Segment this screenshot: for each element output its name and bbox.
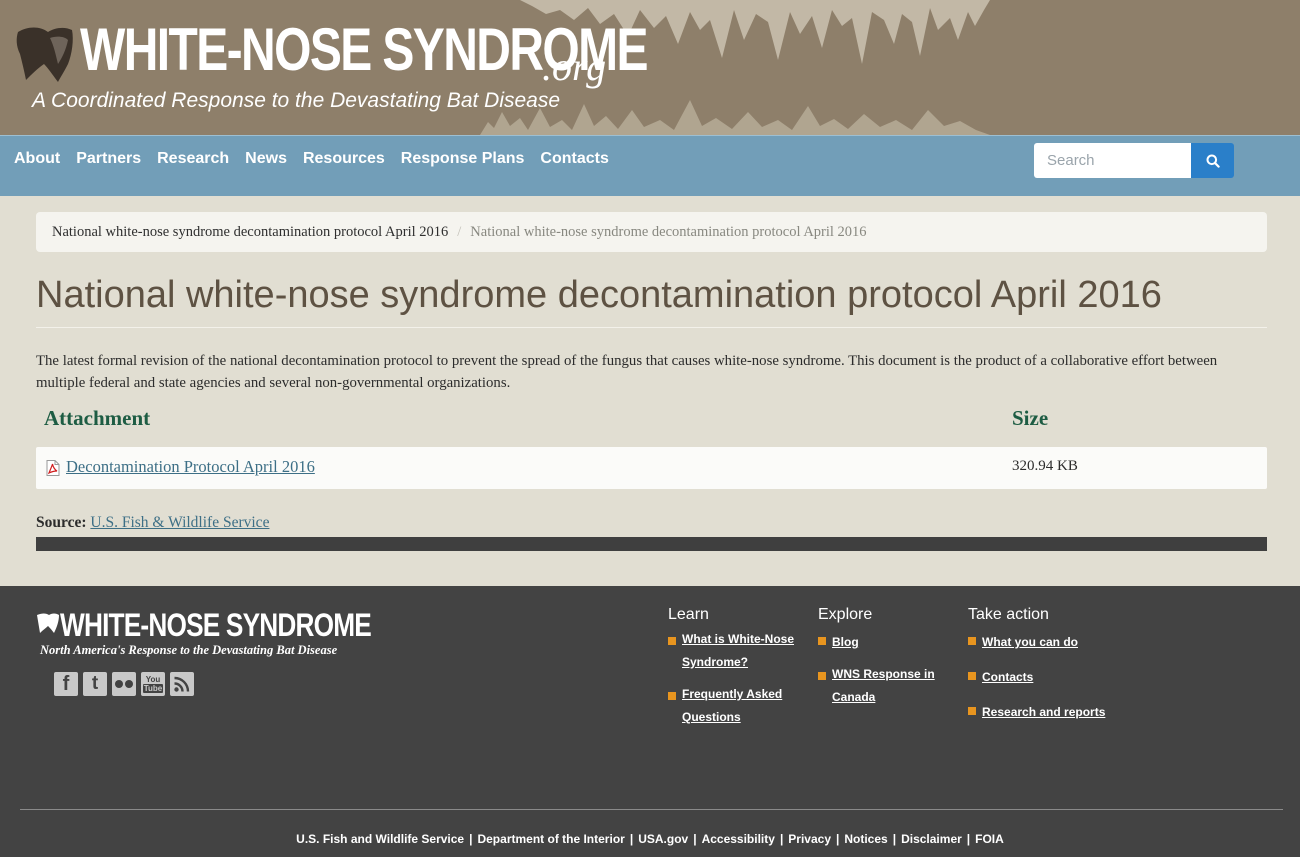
nav-links: About Partners Research News Resources Respon… <box>14 149 625 169</box>
flickr-dots-icon <box>115 680 133 688</box>
bullet-square-icon <box>668 637 676 645</box>
content-divider-band <box>36 537 1267 551</box>
rss-feed-icon <box>174 676 190 692</box>
footer-separator: | <box>892 832 897 846</box>
facebook-icon[interactable]: f <box>54 672 78 696</box>
footer-separator: | <box>629 832 634 846</box>
footer-item: What is White-Nose Syndrome? <box>668 632 808 674</box>
footer-item: Research and reports <box>968 703 1138 724</box>
bullet-square-icon <box>818 672 826 680</box>
bullet-square-icon <box>968 672 976 680</box>
logo-suffix: .org <box>542 44 607 89</box>
footer-link-faq[interactable]: Frequently Asked Questions <box>682 683 808 729</box>
footer-list-learn: What is White-Nose Syndrome? Frequently … <box>668 632 808 729</box>
nav-item-about[interactable]: About <box>14 149 60 169</box>
facebook-icon-label: f <box>62 672 70 695</box>
footer-logo-title: WHITE-NOSE SYNDROME <box>60 607 372 643</box>
nav-item-partners[interactable]: Partners <box>76 149 141 169</box>
nav-item-research[interactable]: Research <box>157 149 229 169</box>
footer-bottom-links: U.S. Fish and Wildlife Service | Departmen… <box>0 832 1300 846</box>
breadcrumb-parent-link[interactable]: National white-nose syndrome decontamina… <box>52 224 448 240</box>
youtube-icon-label-top: You <box>145 675 161 684</box>
site-footer: WHITE-NOSE SYNDROME North America's Resp… <box>0 586 1300 857</box>
twitter-icon[interactable]: t <box>83 672 107 696</box>
bullet-square-icon <box>968 637 976 645</box>
flickr-icon[interactable] <box>112 672 136 696</box>
footer-link-usa-gov[interactable]: USA.gov <box>638 832 688 846</box>
breadcrumb-separator: / <box>457 224 462 240</box>
footer-link-blog[interactable]: Blog <box>832 631 859 654</box>
search-icon <box>1206 154 1220 168</box>
size-column-header: Size <box>1012 406 1049 430</box>
nav-item-news[interactable]: News <box>245 149 287 169</box>
footer-separator: | <box>693 832 697 846</box>
footer-link-contacts[interactable]: Contacts <box>982 666 1033 689</box>
footer-heading-learn: Learn <box>668 606 709 623</box>
main-navbar: About Partners Research News Resources Respon… <box>0 135 1300 196</box>
footer-link-research-reports[interactable]: Research and reports <box>982 701 1105 724</box>
rss-icon[interactable] <box>170 672 194 696</box>
footer-item: WNS Response in Canada <box>818 667 958 709</box>
footer-column-learn: Learn What is White-Nose Syndrome? Frequ… <box>668 606 808 743</box>
title-divider <box>36 327 1267 328</box>
twitter-icon-label: t <box>91 673 99 694</box>
bullet-square-icon <box>968 707 976 715</box>
pdf-icon <box>46 460 60 476</box>
search-input[interactable] <box>1034 143 1191 178</box>
site-tagline: A Coordinated Response to the Devastatin… <box>32 89 561 112</box>
breadcrumb-current: National white-nose syndrome decontamina… <box>470 224 867 240</box>
page-title: National white-nose syndrome decontamina… <box>36 274 1162 316</box>
youtube-icon[interactable]: You Tube <box>141 672 165 696</box>
search-button[interactable] <box>1191 143 1234 178</box>
footer-column-explore: Explore Blog WNS Response in Canada <box>818 606 958 723</box>
bullet-square-icon <box>818 637 826 645</box>
footer-heading-take-action: Take action <box>968 606 1049 623</box>
footer-link-privacy[interactable]: Privacy <box>788 832 831 846</box>
footer-tagline: North America's Response to the Devastat… <box>40 643 338 657</box>
source-line: Source: U.S. Fish & Wildlife Service <box>36 514 269 532</box>
footer-link-foia[interactable]: FOIA <box>975 832 1004 846</box>
footer-separator: | <box>779 832 784 846</box>
page: WHITE-NOSE SYNDROME .org A Coordinated R… <box>0 0 1300 857</box>
nav-item-response-plans[interactable]: Response Plans <box>401 149 525 169</box>
footer-heading-explore: Explore <box>818 606 873 623</box>
table-row: Decontamination Protocol April 2016 320.… <box>36 447 1267 489</box>
footer-link-accessibility[interactable]: Accessibility <box>702 832 775 846</box>
footer-link-doi[interactable]: Department of the Interior <box>477 832 624 846</box>
footer-item: What you can do <box>968 633 1138 654</box>
nav-item-contacts[interactable]: Contacts <box>540 149 608 169</box>
attachment-column-header: Attachment <box>44 406 151 430</box>
source-label: Source: <box>36 514 87 531</box>
footer-link-wns-canada[interactable]: WNS Response in Canada <box>832 663 958 709</box>
youtube-icon-label-bottom: Tube <box>142 684 164 693</box>
footer-item: Frequently Asked Questions <box>668 687 808 729</box>
attachment-size: 320.94 KB <box>1012 458 1078 474</box>
footer-divider <box>20 809 1283 810</box>
footer-separator: | <box>966 832 971 846</box>
breadcrumb: National white-nose syndrome decontamina… <box>36 212 1267 252</box>
bat-logo-icon <box>16 27 73 82</box>
footer-bat-icon <box>37 613 59 633</box>
footer-link-what-you-can-do[interactable]: What you can do <box>982 631 1078 654</box>
footer-column-take-action: Take action What you can do Contacts Res… <box>968 606 1138 738</box>
bullet-square-icon <box>668 692 676 700</box>
footer-link-disclaimer[interactable]: Disclaimer <box>901 832 962 846</box>
footer-list-take-action: What you can do Contacts Research and re… <box>968 633 1138 724</box>
attachment-link[interactable]: Decontamination Protocol April 2016 <box>66 457 315 477</box>
footer-item: Blog <box>818 633 958 654</box>
nav-item-resources[interactable]: Resources <box>303 149 385 169</box>
footer-separator: | <box>836 832 840 846</box>
footer-list-explore: Blog WNS Response in Canada <box>818 633 958 709</box>
footer-item: Contacts <box>968 668 1138 689</box>
footer-link-what-is-wns[interactable]: What is White-Nose Syndrome? <box>682 628 808 674</box>
footer-link-usfws[interactable]: U.S. Fish and Wildlife Service <box>296 832 464 846</box>
footer-link-notices[interactable]: Notices <box>844 832 887 846</box>
site-header: WHITE-NOSE SYNDROME .org A Coordinated R… <box>0 0 1300 135</box>
footer-separator: | <box>469 832 473 846</box>
page-description: The latest formal revision of the nation… <box>36 353 1218 391</box>
social-links: f t You Tube <box>54 672 194 696</box>
source-link[interactable]: U.S. Fish & Wildlife Service <box>90 514 269 531</box>
